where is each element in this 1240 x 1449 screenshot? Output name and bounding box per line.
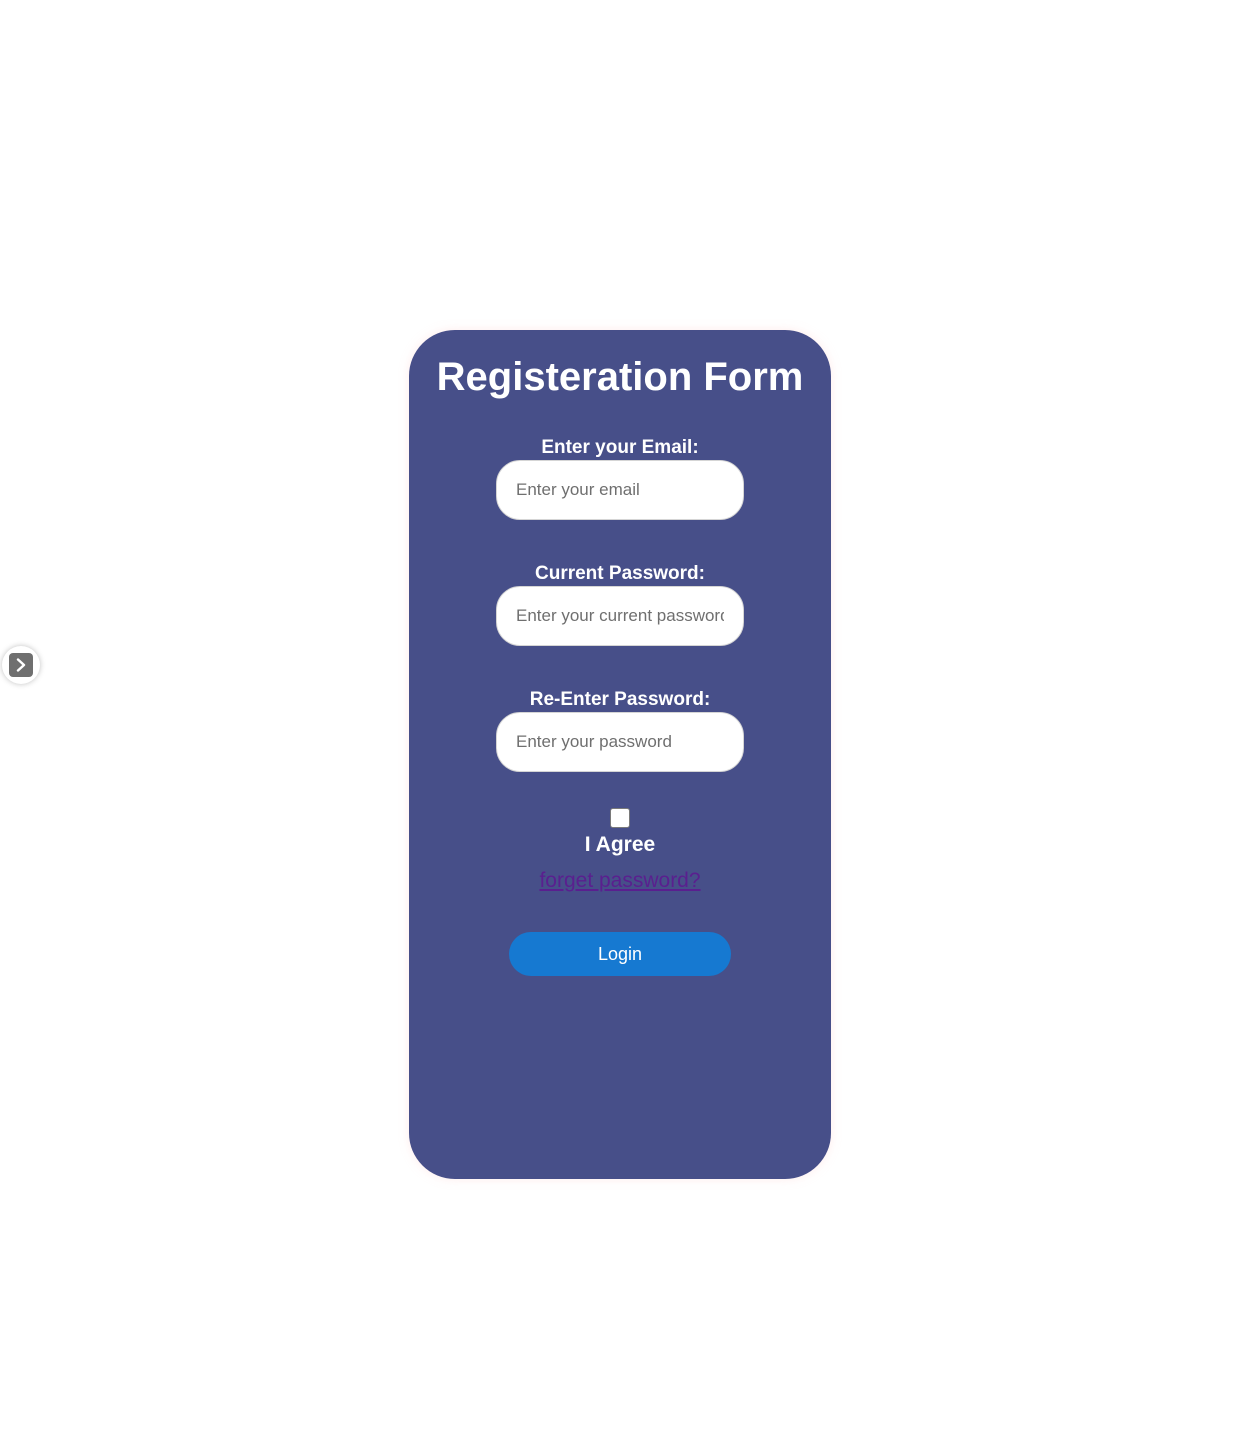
current-password-field[interactable] — [496, 586, 744, 646]
registration-form-card: Registeration Form Enter your Email: Cur… — [409, 330, 831, 1179]
form-title: Registeration Form — [436, 355, 804, 399]
email-field[interactable] — [496, 460, 744, 520]
login-button[interactable]: Login — [509, 932, 731, 976]
agree-label: I Agree — [584, 833, 656, 856]
reenter-password-field[interactable] — [496, 712, 744, 772]
reenter-password-label: Re-Enter Password: — [529, 689, 711, 710]
chevron-right-icon — [9, 653, 33, 677]
current-password-label: Current Password: — [535, 563, 705, 584]
forget-password-link[interactable]: forget password? — [409, 868, 831, 894]
email-label: Enter your Email: — [541, 437, 699, 458]
sidebar-toggle-button[interactable] — [2, 646, 40, 684]
agree-checkbox[interactable] — [610, 808, 630, 828]
